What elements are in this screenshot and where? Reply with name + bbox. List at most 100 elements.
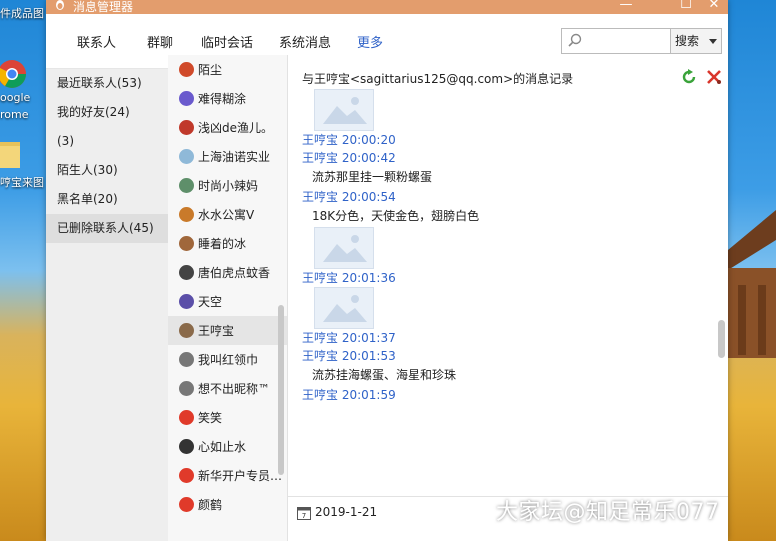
message-text: 流苏挂海螺蛋、海星和珍珠 <box>312 368 457 382</box>
contact-item[interactable]: 上海油诺实业 <box>168 142 287 171</box>
contact-list: 陌尘难得糊涂浅凶de渔儿。上海油诺实业 时尚小辣妈水水公寓V 睡着的冰唐伯虎点蚊香天… <box>168 55 288 541</box>
window-title: 消息管理器 <box>73 0 134 14</box>
avatar-icon <box>179 439 194 454</box>
image-placeholder-icon[interactable] <box>314 287 374 329</box>
barn-image <box>728 210 776 358</box>
sidebar-item-blacklist[interactable]: 黑名单(20) <box>46 185 168 214</box>
contact-item[interactable]: 浅凶de渔儿。 <box>168 113 287 142</box>
sidebar-item-recent[interactable]: 最近联系人(53) <box>46 69 168 98</box>
message-item: 王哼宝 20:01:37 <box>288 287 728 347</box>
avatar-icon <box>179 178 194 193</box>
image-placeholder-icon[interactable] <box>314 227 374 269</box>
avatar-icon <box>179 207 194 222</box>
message-sender-time: 王哼宝 20:01:36 <box>302 271 396 285</box>
contact-item[interactable]: 难得糊涂 <box>168 84 287 113</box>
contact-item[interactable]: 心如止水 <box>168 432 287 461</box>
message-item: 王哼宝 20:00:42 流苏那里挂一颗粉螺蛋 <box>288 149 728 188</box>
contact-scrollbar[interactable] <box>278 305 284 475</box>
message-sender-time: 王哼宝 20:00:42 <box>302 151 396 165</box>
sidebar-item-friends[interactable]: 我的好友(24) <box>46 98 168 127</box>
contact-name: 上海油诺实业 <box>198 150 271 164</box>
contact-name: 陌尘 <box>198 63 223 77</box>
message-sender-time: 王哼宝 20:01:37 <box>302 331 396 345</box>
message-pane: 与王哼宝<sagittarius125@qq.com>的消息记录 王哼宝 20:… <box>288 55 728 541</box>
contact-item[interactable]: 陌尘 <box>168 55 287 84</box>
contact-item[interactable]: 我叫红领巾 <box>168 345 287 374</box>
message-item: 王哼宝 20:01:36 <box>288 227 728 287</box>
contact-item[interactable]: 王哼宝 <box>168 316 287 345</box>
contact-item[interactable]: 颜鹤 <box>168 490 287 519</box>
avatar-icon <box>179 352 194 367</box>
contact-name: 天空 <box>198 295 223 309</box>
avatar-icon <box>179 497 194 512</box>
message-record-header: 与王哼宝<sagittarius125@qq.com>的消息记录 <box>302 72 574 86</box>
contact-item[interactable]: 天空 <box>168 287 287 316</box>
contact-item[interactable]: 笑笑 <box>168 403 287 432</box>
avatar-icon <box>179 410 194 425</box>
contact-item[interactable]: 时尚小辣妈 <box>168 171 287 200</box>
tab-group-chat[interactable]: 群聊 <box>147 32 173 51</box>
message-list: 王哼宝 20:00:20 王哼宝 20:00:42 流苏那里挂一颗粉螺蛋 王哼宝 20… <box>288 89 728 495</box>
message-sender-time: 王哼宝 20:00:54 <box>302 190 396 204</box>
contact-item[interactable]: 新华开户专员… <box>168 461 287 490</box>
contact-item[interactable]: 唐伯虎点蚊香 <box>168 258 287 287</box>
search-button-label: 搜索 <box>675 34 700 48</box>
message-item: 王哼宝 20:00:54 18K分色，天使金色，翅膀白色 <box>288 188 728 227</box>
contact-name: 难得糊涂 <box>198 92 247 106</box>
contact-name: 王哼宝 <box>198 324 235 338</box>
penguin-icon <box>56 0 64 10</box>
desktop-label-google-1: oogle <box>0 91 31 104</box>
sidebar-item-strangers[interactable]: 陌生人(30) <box>46 156 168 185</box>
title-bar[interactable]: 消息管理器 — ☐ ✕ <box>46 0 728 14</box>
contact-name: 唐伯虎点蚊香 <box>198 266 271 280</box>
tab-temp-session[interactable]: 临时会话 <box>201 32 253 51</box>
selected-date: 2019-1-21 <box>315 505 378 519</box>
message-item: 王哼宝 20:01:53 流苏挂海螺蛋、海星和珍珠 <box>288 347 728 386</box>
contact-name: 想不出昵称™ <box>198 382 271 396</box>
desktop-label-top: 件成品图 <box>0 7 44 20</box>
contact-name: 时尚小辣妈 <box>198 179 259 193</box>
minimize-button[interactable]: — <box>616 0 636 13</box>
chevron-down-icon <box>709 39 717 44</box>
avatar-icon <box>179 294 194 309</box>
tab-system-messages[interactable]: 系统消息 <box>279 32 331 51</box>
search-box <box>561 28 671 54</box>
contact-item[interactable]: 水水公寓V <box>168 200 287 229</box>
tab-contacts[interactable]: 联系人 <box>77 32 116 51</box>
folder-icon[interactable] <box>0 138 22 172</box>
contact-item[interactable]: 睡着的冰 <box>168 229 287 258</box>
contact-item[interactable]: 想不出昵称™ <box>168 374 287 403</box>
avatar-icon <box>179 62 194 77</box>
contact-name: 我叫红领巾 <box>198 353 259 367</box>
avatar-icon <box>179 236 194 251</box>
image-placeholder-icon[interactable] <box>314 89 374 131</box>
avatar-icon <box>179 323 194 338</box>
search-dropdown-button[interactable]: 搜索 <box>670 28 722 54</box>
avatar-icon <box>179 381 194 396</box>
calendar-icon[interactable]: 7 <box>297 506 311 520</box>
avatar-icon <box>179 91 194 106</box>
sidebar: 最近联系人(53) 我的好友(24) (3) 陌生人(30) 黑名单(20) 已… <box>46 69 168 541</box>
avatar-icon <box>179 265 194 280</box>
close-button[interactable]: ✕ <box>704 0 724 13</box>
delete-icon[interactable] <box>706 69 722 85</box>
desktop-left: 件成品图 oogle rome 哼宝来图 <box>0 0 46 541</box>
contact-name: 水水公寓V <box>198 208 255 222</box>
message-text: 18K分色，天使金色，翅膀白色 <box>312 209 480 223</box>
contact-name: 笑笑 <box>198 411 223 425</box>
sidebar-item-unnamed-group[interactable]: (3) <box>46 127 168 156</box>
avatar-icon <box>179 149 194 164</box>
refresh-icon[interactable] <box>681 69 697 85</box>
sidebar-item-deleted[interactable]: 已删除联系人(45) <box>46 214 168 243</box>
message-sender-time: 王哼宝 20:01:59 <box>302 388 396 402</box>
maximize-button[interactable]: ☐ <box>676 0 696 13</box>
chrome-icon[interactable] <box>0 58 30 92</box>
message-item: 王哼宝 20:01:59 <box>288 386 728 404</box>
tab-more[interactable]: 更多 <box>357 32 383 51</box>
search-input[interactable] <box>588 31 670 51</box>
message-scrollbar[interactable] <box>718 320 725 358</box>
message-sender-time: 王哼宝 20:01:53 <box>302 349 396 363</box>
desktop-label-folder: 哼宝来图 <box>0 176 44 189</box>
message-manager-window: 消息管理器 — ☐ ✕ 联系人 群聊 临时会话 系统消息 更多 搜索 最近联系人… <box>46 0 728 541</box>
contact-name: 新华开户专员… <box>198 469 283 483</box>
